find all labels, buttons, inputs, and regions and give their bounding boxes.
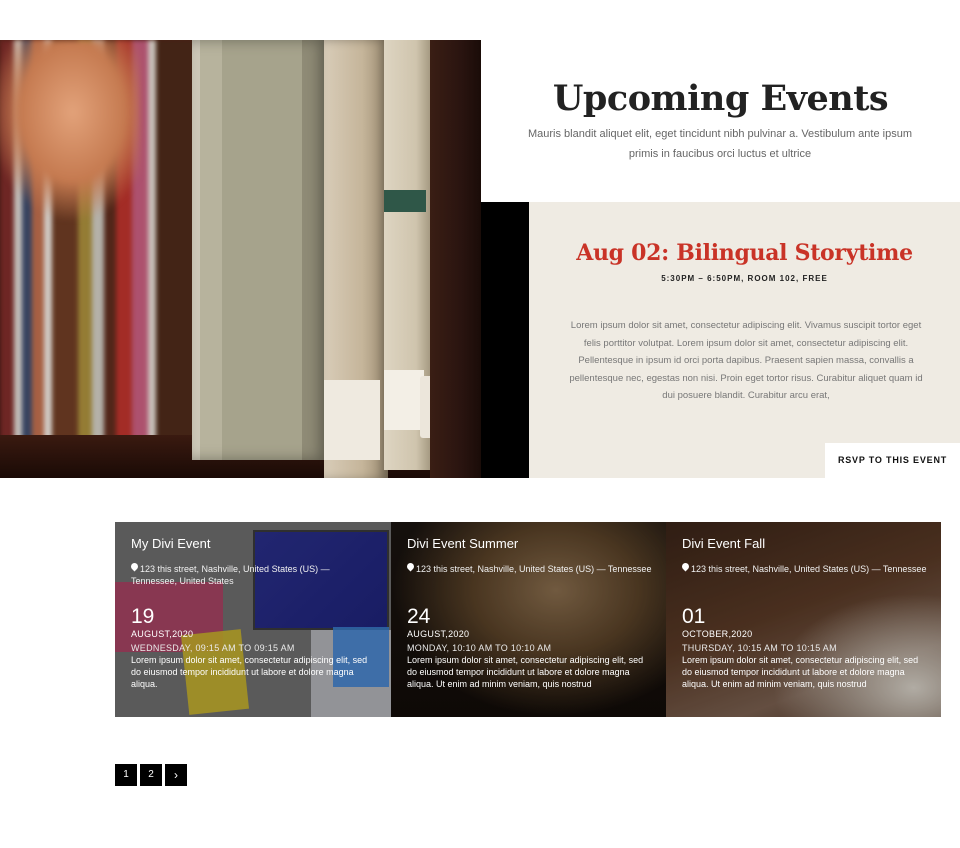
event-address-text: 123 this street, Nashville, United State… [131,564,330,586]
pagination: 1 2 › [115,764,187,786]
rsvp-button[interactable]: RSVP TO THIS EVENT [825,443,960,478]
hero-bookshelf-image [0,40,481,478]
event-title[interactable]: My Divi Event [131,536,377,552]
card-content: My Divi Event 123 this street, Nashville… [131,536,377,690]
book-band [384,190,426,212]
event-address: 123 this street, Nashville, United State… [407,563,653,599]
featured-event-meta: 5:30PM – 6:50PM, ROOM 102, FREE [661,274,828,283]
book-label [324,380,380,460]
event-description: Lorem ipsum dolor sit amet, consectetur … [682,655,919,689]
event-title[interactable]: Divi Event Summer [407,536,653,552]
location-pin-icon [407,563,415,572]
event-address: 123 this street, Nashville, United State… [682,563,928,599]
location-pin-icon [131,563,139,572]
page-title: Upcoming Events [552,78,889,119]
event-card[interactable]: Divi Event Summer 123 this street, Nashv… [391,522,666,717]
event-day: 01 [682,605,706,628]
location-pin-icon [682,563,690,572]
shelf-shadow [430,40,481,478]
event-month-year: AUGUST,2020 [407,629,470,639]
event-card[interactable]: Divi Event Fall 123 this street, Nashvil… [666,522,941,717]
book-spine-large [192,40,328,460]
page-subtitle: Mauris blandit aliquet elit, eget tincid… [527,128,912,160]
featured-event-title[interactable]: Aug 02: Bilingual Storytime [529,240,960,266]
event-address: 123 this street, Nashville, United State… [131,563,377,599]
event-time: THURSDAY, 10:15 AM TO 10:15 AM [682,643,837,653]
book-label [384,370,424,430]
event-time: WEDNESDAY, 09:15 AM TO 09:15 AM [131,643,295,653]
event-day: 24 [407,605,431,628]
featured-event-description: Lorem ipsum dolor sit amet, consectetur … [569,320,923,401]
hand-reaching [0,40,140,220]
card-content: Divi Event Summer 123 this street, Nashv… [407,536,653,690]
event-card[interactable]: My Divi Event 123 this street, Nashville… [115,522,391,717]
event-day: 19 [131,605,155,628]
event-title[interactable]: Divi Event Fall [682,536,928,552]
page-2-button[interactable]: 2 [140,764,162,786]
event-description: Lorem ipsum dolor sit amet, consectetur … [407,655,644,689]
event-description: Lorem ipsum dolor sit amet, consectetur … [131,655,368,689]
next-page-button[interactable]: › [165,764,187,786]
featured-event-panel: Aug 02: Bilingual Storytime 5:30PM – 6:5… [529,202,960,478]
event-cards: My Divi Event 123 this street, Nashville… [115,522,942,717]
event-month-year: AUGUST,2020 [131,629,194,639]
event-address-text: 123 this street, Nashville, United State… [416,564,652,574]
black-divider [481,202,529,478]
event-time: MONDAY, 10:10 AM TO 10:10 AM [407,643,552,653]
card-content: Divi Event Fall 123 this street, Nashvil… [682,536,928,690]
event-month-year: OCTOBER,2020 [682,629,753,639]
page-1-button[interactable]: 1 [115,764,137,786]
event-address-text: 123 this street, Nashville, United State… [691,564,927,574]
